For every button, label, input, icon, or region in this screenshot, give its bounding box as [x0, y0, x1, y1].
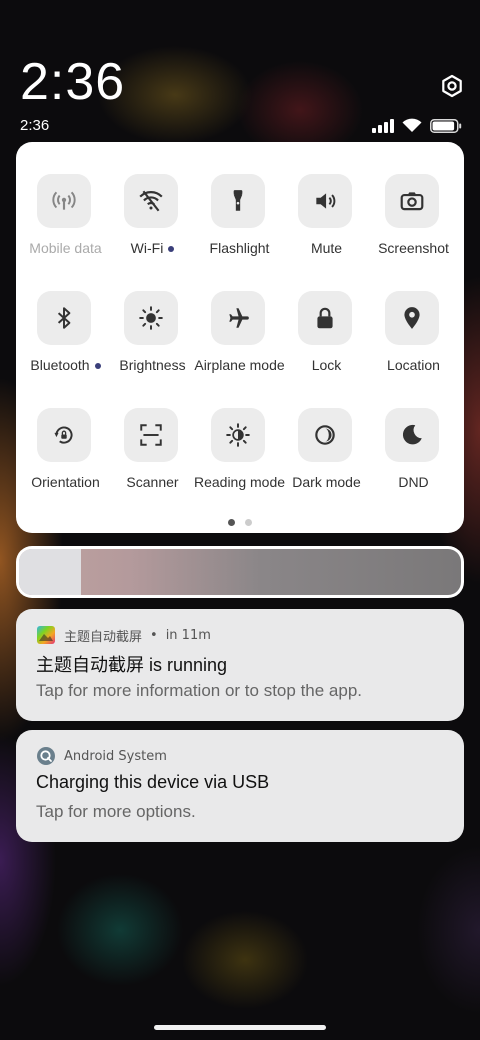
lock-toggle[interactable] — [298, 291, 352, 345]
tile-label: Scanner — [126, 474, 179, 490]
camera-icon — [400, 192, 424, 211]
notification-text: Tap for more information or to stop the … — [36, 681, 363, 700]
screenshot-toggle[interactable] — [385, 174, 439, 228]
tile-label: Screenshot — [378, 240, 449, 256]
notification-header: 主题自动截屏 • in 11m — [36, 625, 211, 645]
page-indicator — [16, 519, 464, 526]
dark-mode-icon — [315, 425, 335, 445]
battery-icon — [430, 118, 462, 133]
tile-label: Mute — [310, 240, 343, 256]
app-colorful-icon — [37, 626, 55, 644]
dark-mode-toggle[interactable] — [298, 408, 352, 462]
notification-app-name: Android System — [64, 748, 167, 764]
tile-label: Wi-Fi — [103, 240, 202, 258]
brightness-slider[interactable] — [16, 546, 464, 598]
tile-bluetooth[interactable]: Bluetooth — [22, 259, 109, 376]
scanner-toggle[interactable] — [124, 408, 178, 462]
moon-icon — [402, 424, 422, 445]
tile-label: Location — [387, 357, 440, 373]
tile-wifi[interactable]: Wi-Fi — [109, 142, 196, 259]
tile-label: Airplane mode — [194, 357, 285, 373]
rotation-lock-icon — [54, 426, 73, 444]
tile-label: Reading mode — [193, 474, 286, 490]
tile-reading-mode[interactable]: Reading mode — [194, 376, 285, 493]
home-indicator[interactable] — [154, 1025, 326, 1030]
wifi-off-icon — [139, 190, 163, 212]
notification-usb-charging[interactable]: Android System Charging this device via … — [16, 730, 464, 842]
quick-settings-panel: Mobile data Wi-Fi Flashlight Mute Screenshot… — [16, 142, 464, 533]
sun-icon — [139, 306, 163, 330]
tile-label: DND — [398, 474, 429, 490]
orientation-toggle[interactable] — [37, 408, 91, 462]
cellular-signal-icon — [372, 118, 394, 133]
wifi-toggle[interactable] — [124, 174, 178, 228]
tile-label: Mobile data — [29, 240, 102, 256]
reading-sun-icon — [226, 423, 250, 447]
status-bar: 2:36 — [0, 112, 480, 140]
tile-label: Flashlight — [209, 240, 270, 256]
reading-mode-toggle[interactable] — [211, 408, 265, 462]
brightness-track[interactable] — [19, 549, 461, 595]
brightness-toggle[interactable] — [124, 291, 178, 345]
active-dot — [168, 246, 175, 253]
status-icons — [372, 118, 462, 133]
flashlight-toggle[interactable] — [211, 174, 265, 228]
tile-orientation[interactable]: Orientation — [22, 376, 109, 493]
mobile-data-toggle[interactable] — [37, 174, 91, 228]
tile-label: Dark mode — [292, 474, 361, 490]
notification-app-name: 主题自动截屏 — [64, 629, 143, 645]
tile-lock[interactable]: Lock — [283, 259, 370, 376]
tile-dark-mode[interactable]: Dark mode — [283, 376, 370, 493]
separator-dot: • — [150, 627, 158, 643]
lock-icon — [317, 307, 333, 329]
tile-mute[interactable]: Mute — [283, 142, 370, 259]
tile-screenshot[interactable]: Screenshot — [370, 142, 457, 259]
brightness-level — [19, 549, 81, 595]
bluetooth-icon — [57, 307, 71, 329]
mute-toggle[interactable] — [298, 174, 352, 228]
notification-time: in 11m — [165, 627, 211, 643]
tile-dnd[interactable]: DND — [370, 376, 457, 493]
active-dot — [94, 363, 101, 370]
airplane-icon — [229, 308, 249, 328]
gear-icon — [442, 74, 462, 98]
tile-label: Orientation — [31, 474, 100, 490]
tile-label: Bluetooth — [16, 357, 115, 375]
bluetooth-toggle[interactable] — [37, 291, 91, 345]
notification-title: 主题自动截屏 is running — [36, 655, 228, 675]
notification-header: Android System — [36, 746, 167, 766]
speaker-icon — [316, 193, 336, 209]
location-pin-icon — [404, 307, 420, 329]
tile-label: Brightness — [119, 357, 186, 373]
tile-flashlight[interactable]: Flashlight — [196, 142, 283, 259]
notification-app-running[interactable]: 主题自动截屏 • in 11m 主题自动截屏 is running Tap fo… — [16, 609, 464, 721]
location-toggle[interactable] — [385, 291, 439, 345]
tile-brightness[interactable]: Brightness — [109, 259, 196, 376]
tile-location[interactable]: Location — [370, 259, 457, 376]
airplane-toggle[interactable] — [211, 291, 265, 345]
signal-tower-icon — [52, 191, 76, 210]
large-clock: 2:36 — [20, 53, 126, 111]
tile-mobile-data[interactable]: Mobile data — [22, 142, 109, 259]
tile-airplane[interactable]: Airplane mode — [194, 259, 285, 376]
page-dot — [228, 519, 235, 526]
status-time: 2:36 — [20, 117, 50, 134]
dnd-toggle[interactable] — [385, 408, 439, 462]
tile-label: Lock — [311, 357, 342, 373]
flashlight-icon — [233, 190, 243, 211]
android-system-icon — [37, 747, 55, 765]
notification-title: Charging this device via USB — [36, 772, 270, 792]
tile-scanner[interactable]: Scanner — [109, 376, 196, 493]
scanner-icon — [140, 424, 162, 446]
wifi-signal-icon — [402, 118, 422, 132]
notification-text: Tap for more options. — [36, 802, 196, 821]
settings-button[interactable] — [438, 72, 466, 100]
page-dot — [245, 519, 252, 526]
